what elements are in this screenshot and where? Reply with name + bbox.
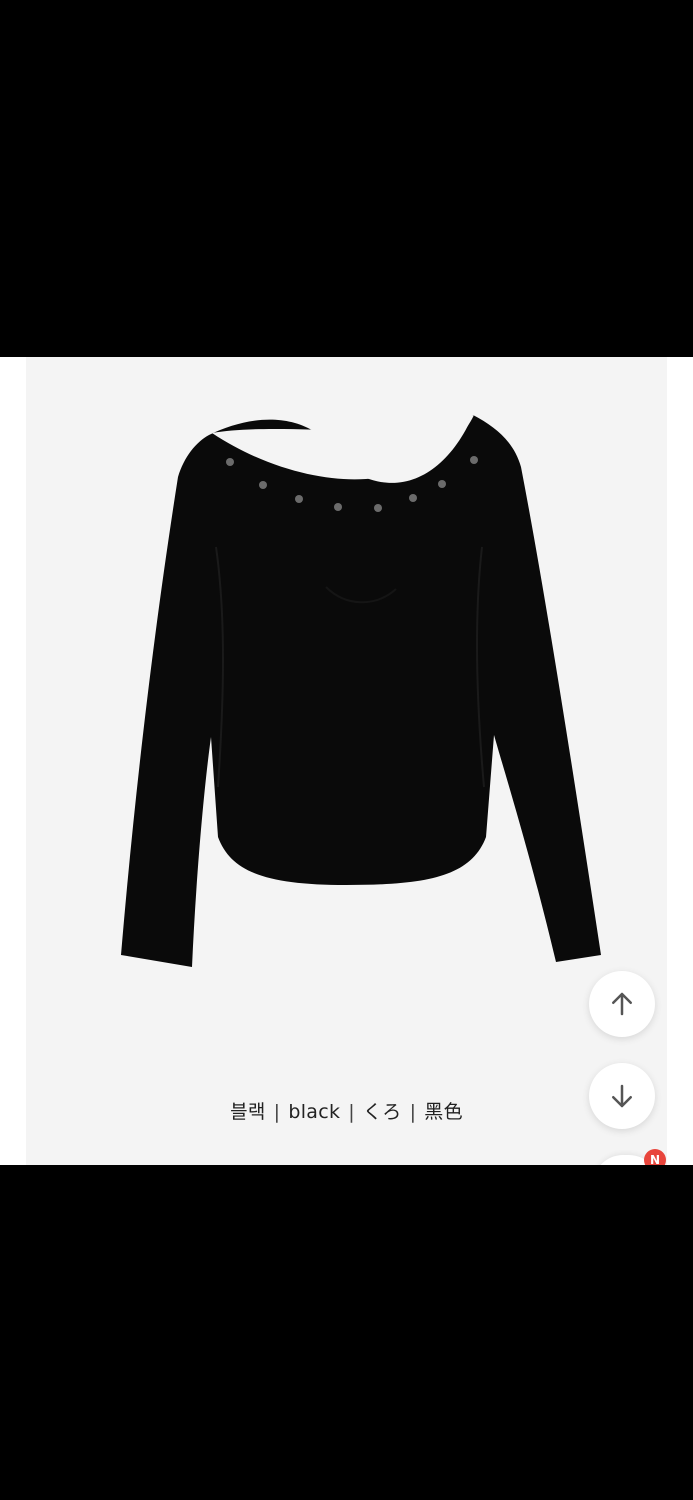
color-japanese: くろ — [362, 1101, 402, 1123]
arrow-down-icon — [612, 1084, 632, 1108]
color-korean: 블랙 — [230, 1101, 266, 1123]
color-english: black — [288, 1101, 341, 1123]
black-long-sleeve-top-image — [121, 415, 601, 967]
scroll-up-button[interactable] — [589, 971, 655, 1037]
separator: | — [273, 1101, 281, 1123]
screen: 블랙 | black | くろ | 黑色 N — [0, 0, 693, 1500]
scroll-down-button[interactable] — [589, 1063, 655, 1129]
product-photo[interactable]: 블랙 | black | くろ | 黑色 — [26, 357, 667, 1165]
garment-shape — [121, 415, 601, 967]
arrow-up-icon — [612, 992, 632, 1016]
product-image-viewer: 블랙 | black | くろ | 黑色 N — [0, 357, 693, 1165]
color-caption: 블랙 | black | くろ | 黑色 — [26, 1097, 667, 1124]
color-chinese: 黑色 — [424, 1101, 463, 1123]
notification-badge: N — [644, 1149, 666, 1165]
separator: | — [348, 1101, 355, 1123]
separator: | — [409, 1101, 417, 1123]
